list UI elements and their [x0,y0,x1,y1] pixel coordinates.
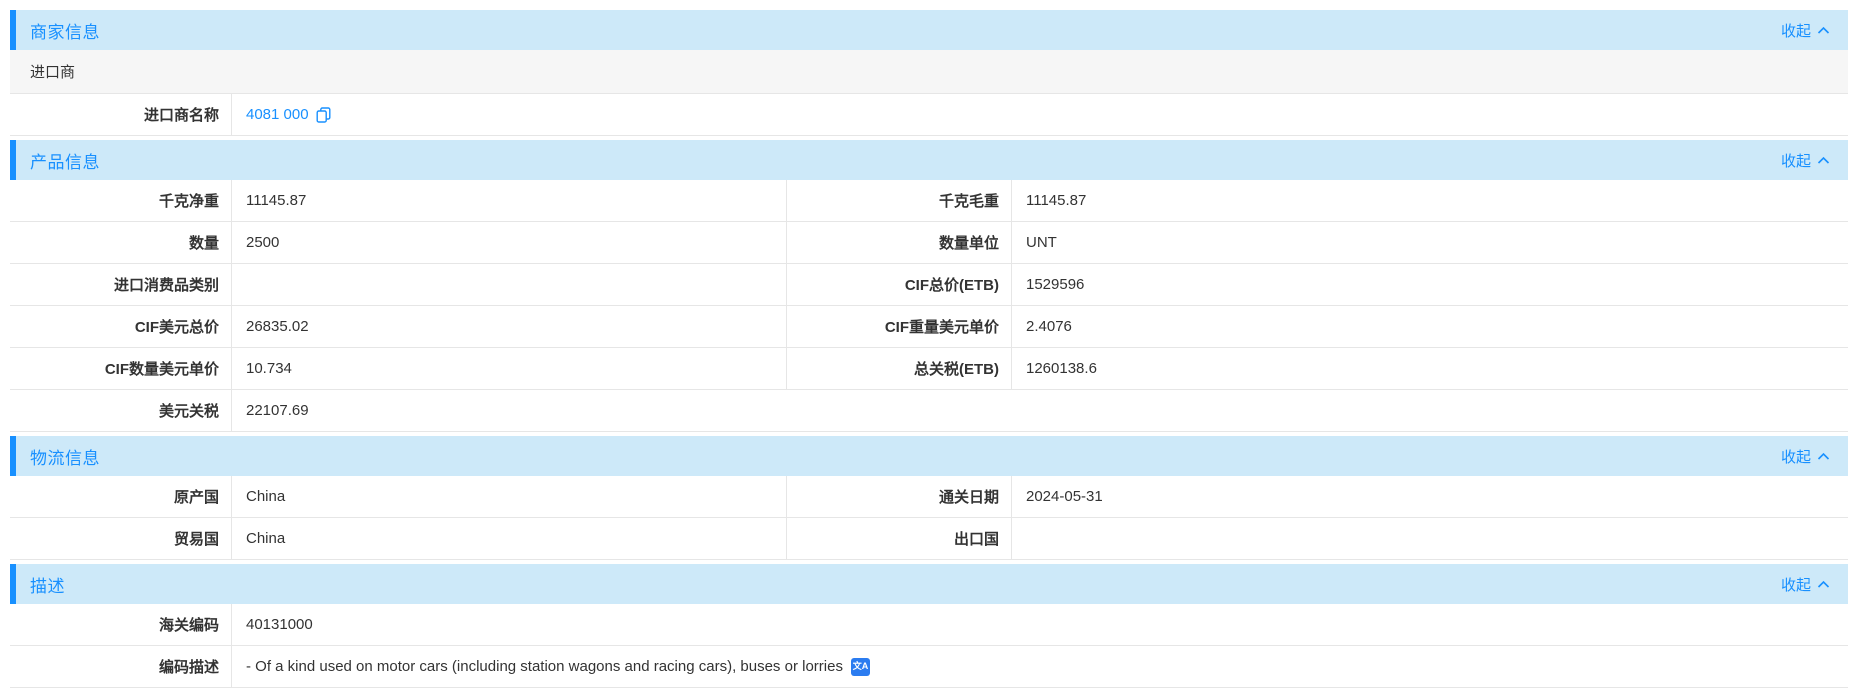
table-row: 进口商名称 4081 000 [10,94,1848,136]
importer-group-label: 进口商 [30,61,75,82]
importer-name-value: 4081 000 [246,106,309,123]
table-row: CIF数量美元单价 10.734 总关税(ETB) 1260138.6 [10,348,1848,390]
section-accent-bar [10,436,16,476]
hs-code-label: 海关编码 [10,604,232,645]
field-label: CIF总价(ETB) [787,264,1012,305]
field-value: 2.4076 [1012,306,1848,347]
product-section-title: 产品信息 [30,148,100,173]
field-label: 千克毛重 [787,180,1012,221]
field-value: 26835.02 [232,306,787,347]
field-label: 数量 [10,222,232,263]
table-row: 千克净重 11145.87 千克毛重 11145.87 [10,180,1848,222]
product-section-header: 产品信息 收起 [10,140,1848,180]
logistics-section-header: 物流信息 收起 [10,436,1848,476]
section-accent-bar [10,10,16,50]
field-label: 出口国 [787,518,1012,559]
merchant-section-header: 商家信息 收起 [10,10,1848,50]
field-label: CIF重量美元单价 [787,306,1012,347]
field-value: 11145.87 [1012,180,1848,221]
field-label: CIF数量美元单价 [10,348,232,389]
field-label: 千克净重 [10,180,232,221]
field-value: China [232,476,787,517]
collapse-label: 收起 [1781,574,1811,595]
table-row: 美元关税 22107.69 [10,390,1848,432]
field-value: 10.734 [232,348,787,389]
field-value [1012,518,1848,559]
field-value: China [232,518,787,559]
description-section-title: 描述 [30,572,65,597]
copy-icon[interactable] [316,107,331,123]
field-label: 进口消费品类别 [10,264,232,305]
field-label: 数量单位 [787,222,1012,263]
code-description-value: - Of a kind used on motor cars (includin… [246,658,843,675]
section-accent-bar [10,564,16,604]
merchant-collapse-button[interactable]: 收起 [1781,20,1830,41]
translate-icon[interactable]: 文A [851,658,870,676]
chevron-up-icon [1817,156,1830,165]
field-value: 1260138.6 [1012,348,1848,389]
collapse-label: 收起 [1781,446,1811,467]
table-row: 进口消费品类别 CIF总价(ETB) 1529596 [10,264,1848,306]
trade-record-detail-page: 商家信息 收起 进口商 进口商名称 4081 000 [0,0,1858,696]
description-section-header: 描述 收起 [10,564,1848,604]
logistics-collapse-button[interactable]: 收起 [1781,446,1830,467]
field-value [232,264,787,305]
table-row: 编码描述 - Of a kind used on motor cars (inc… [10,646,1848,688]
importer-group-row: 进口商 [10,50,1848,94]
chevron-up-icon [1817,452,1830,461]
field-label: CIF美元总价 [10,306,232,347]
importer-name-link[interactable]: 4081 000 [246,106,331,123]
field-label: 总关税(ETB) [787,348,1012,389]
field-value: 22107.69 [232,390,1848,431]
field-label: 通关日期 [787,476,1012,517]
field-value: 1529596 [1012,264,1848,305]
field-label: 美元关税 [10,390,232,431]
section-merchant-info: 商家信息 收起 进口商 进口商名称 4081 000 [10,10,1848,136]
section-accent-bar [10,140,16,180]
field-value: UNT [1012,222,1848,263]
table-row: 海关编码 40131000 [10,604,1848,646]
chevron-up-icon [1817,580,1830,589]
field-label: 贸易国 [10,518,232,559]
section-description: 描述 收起 海关编码 40131000 编码描述 - Of a kind use… [10,564,1848,688]
merchant-section-title: 商家信息 [30,18,100,43]
field-value: 2024-05-31 [1012,476,1848,517]
section-logistics-info: 物流信息 收起 原产国 China 通关日期 2024-05-31 贸易国 Ch… [10,436,1848,560]
table-row: CIF美元总价 26835.02 CIF重量美元单价 2.4076 [10,306,1848,348]
chevron-up-icon [1817,26,1830,35]
section-product-info: 产品信息 收起 千克净重 11145.87 千克毛重 11145.87 数量 2… [10,140,1848,432]
hs-code-value: 40131000 [232,604,1848,645]
collapse-label: 收起 [1781,20,1811,41]
logistics-section-title: 物流信息 [30,444,100,469]
description-collapse-button[interactable]: 收起 [1781,574,1830,595]
code-description-label: 编码描述 [10,646,232,687]
field-value: 2500 [232,222,787,263]
table-row: 贸易国 China 出口国 [10,518,1848,560]
collapse-label: 收起 [1781,150,1811,171]
table-row: 原产国 China 通关日期 2024-05-31 [10,476,1848,518]
field-label: 原产国 [10,476,232,517]
importer-name-label: 进口商名称 [10,94,232,135]
field-value: 11145.87 [232,180,787,221]
table-row: 数量 2500 数量单位 UNT [10,222,1848,264]
product-collapse-button[interactable]: 收起 [1781,150,1830,171]
